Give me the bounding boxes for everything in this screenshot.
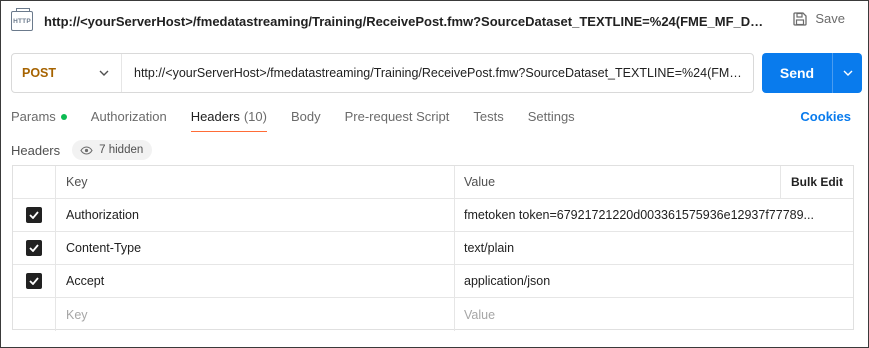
row-check-cell <box>13 298 56 331</box>
send-options-button[interactable] <box>833 70 862 76</box>
tab-body[interactable]: Body <box>291 106 321 132</box>
column-header-key: Key <box>56 166 455 198</box>
title-bar: HTTP http://<yourServerHost>/fmedatastre… <box>11 8 861 33</box>
header-key-cell[interactable]: Accept <box>56 265 455 297</box>
send-label: Send <box>779 65 815 81</box>
header-key-cell[interactable]: Authorization <box>56 199 455 231</box>
header-value-cell[interactable]: fmetoken token=67921721220d003361575936e… <box>455 199 853 231</box>
request-title[interactable]: http://<yourServerHost>/fmedatastreaming… <box>44 14 764 29</box>
header-value-cell[interactable]: text/plain <box>455 232 853 264</box>
url-input[interactable]: http://<yourServerHost>/fmedatastreaming… <box>122 66 742 80</box>
checkmark-icon <box>29 244 39 252</box>
params-active-dot <box>60 114 67 120</box>
headers-section-title: Headers <box>11 142 61 158</box>
tab-headers[interactable]: Headers (10) <box>190 106 267 132</box>
row-check-cell <box>13 265 56 297</box>
header-key-cell[interactable]: Content-Type <box>56 232 455 264</box>
headers-table: Key Value Bulk Edit Authorization fmetok… <box>12 165 854 331</box>
table-row: Accept application/json <box>13 265 853 298</box>
bulk-edit-button[interactable]: Bulk Edit <box>780 166 853 198</box>
tab-settings[interactable]: Settings <box>528 106 575 132</box>
request-tabs: Params Authorization Headers (10) Body Pr… <box>11 106 861 132</box>
cookies-link[interactable]: Cookies <box>800 109 851 124</box>
request-bar: POST http://<yourServerHost>/fmedatastre… <box>11 53 754 93</box>
window-frame: HTTP http://<yourServerHost>/fmedatastre… <box>0 0 869 348</box>
new-value-input[interactable]: Value <box>455 298 853 331</box>
header-check-cell <box>13 166 56 198</box>
row-checkbox[interactable] <box>26 240 42 256</box>
tab-label: Tests <box>473 109 504 124</box>
checkmark-icon <box>29 277 39 285</box>
hidden-headers-toggle[interactable]: 7 hidden <box>72 140 153 160</box>
save-label: Save <box>815 11 845 26</box>
header-value-cell[interactable]: application/json <box>455 265 853 297</box>
headers-section-header: Headers 7 hidden <box>11 140 153 160</box>
tab-pre-request-script[interactable]: Pre-request Script <box>345 106 450 132</box>
tab-label: Authorization <box>90 109 167 124</box>
row-check-cell <box>13 199 56 231</box>
column-header-value: Value <box>464 175 496 189</box>
tab-count: (10) <box>243 109 267 124</box>
new-key-input[interactable]: Key <box>56 298 455 331</box>
table-row: Content-Type text/plain <box>13 232 853 265</box>
table-row: Authorization fmetoken token=67921721220… <box>13 199 853 232</box>
save-icon <box>793 11 808 26</box>
row-checkbox[interactable] <box>26 207 42 223</box>
table-row-new: Key Value <box>13 298 853 331</box>
tab-label: Pre-request Script <box>344 109 450 124</box>
tab-label: Params <box>11 109 56 124</box>
send-button[interactable]: Send <box>762 53 862 93</box>
method-label: POST <box>22 66 57 80</box>
tab-tests[interactable]: Tests <box>473 106 503 132</box>
table-header-row: Key Value Bulk Edit <box>13 166 853 199</box>
checkmark-icon <box>29 211 39 219</box>
tab-label: Body <box>290 109 321 124</box>
tab-authorization[interactable]: Authorization <box>91 106 167 132</box>
chevron-down-icon <box>843 70 852 76</box>
hidden-count-label: 7 hidden <box>99 144 144 156</box>
chevron-down-icon <box>99 70 109 76</box>
tab-label: Headers <box>190 109 240 124</box>
tab-params[interactable]: Params <box>11 106 67 132</box>
tab-label: Settings <box>527 109 575 124</box>
method-select[interactable]: POST <box>12 54 122 92</box>
save-button[interactable]: Save <box>793 11 845 26</box>
http-request-icon: HTTP <box>11 8 33 31</box>
eye-icon <box>80 145 93 155</box>
row-check-cell <box>13 232 56 264</box>
row-checkbox[interactable] <box>26 273 42 289</box>
